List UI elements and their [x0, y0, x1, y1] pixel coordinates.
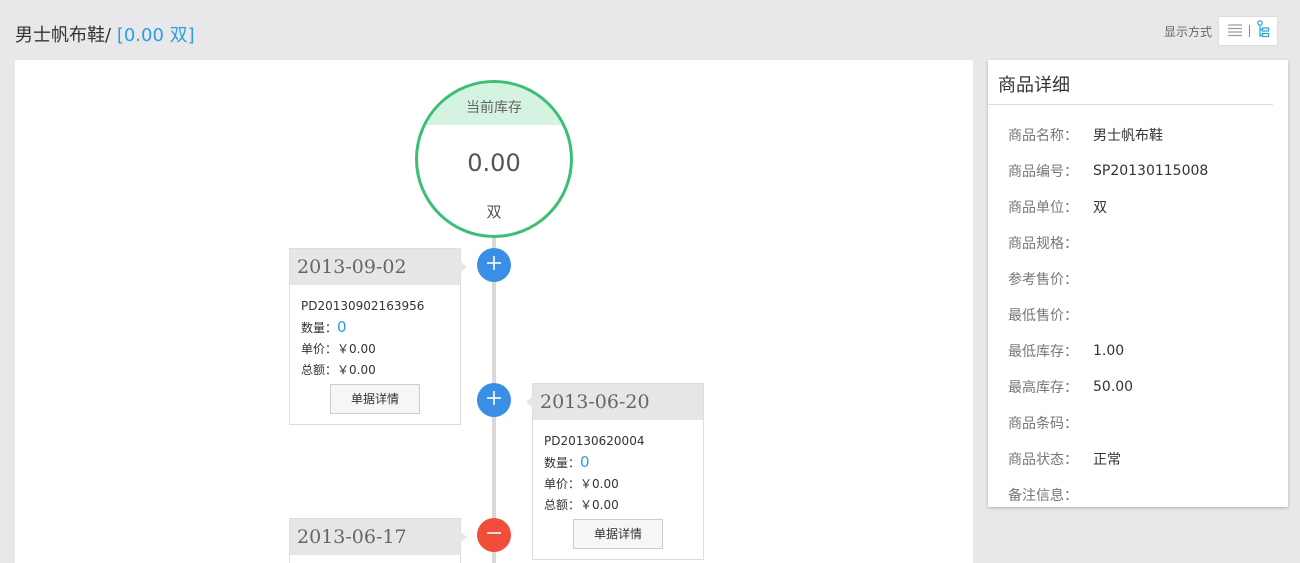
detail-label: 商品条码：	[1008, 416, 1078, 432]
detail-label: 最低售价：	[1008, 308, 1078, 324]
total-label: 总额：	[301, 363, 338, 377]
detail-value: 双	[1093, 200, 1107, 216]
entry-date: 2013-06-20	[533, 384, 703, 420]
detail-label: 商品规格：	[1008, 236, 1078, 252]
view-mode-label: 显示方式	[1163, 24, 1212, 39]
view-mode-toggle[interactable]	[1218, 16, 1278, 46]
detail-label: 商品状态：	[1008, 452, 1078, 468]
detail-row-spec: 商品规格：	[988, 225, 1288, 261]
detail-label: 备注信息：	[1008, 488, 1078, 504]
entry-details: PD20130620004 数量：0 单价：￥0.00 总额：￥0.00 单据详…	[533, 420, 703, 559]
detail-row-remarks: 备注信息：	[988, 477, 1288, 513]
product-detail-list: 商品名称： 男士帆布鞋 商品编号： SP20130115008 商品单位： 双 商品规…	[988, 105, 1288, 513]
entry-details: PD20130902163956 数量：0 单价：￥0.00 总额：￥0.00 …	[290, 285, 460, 424]
detail-label: 最高库存：	[1008, 380, 1078, 396]
plus-icon	[486, 390, 502, 410]
entry-price-row: 单价：￥0.00	[544, 474, 692, 495]
entry-price-row: 单价：￥0.00	[301, 339, 449, 360]
detail-value: SP20130115008	[1093, 163, 1209, 179]
price-value: ￥0.00	[580, 477, 619, 491]
detail-row-code: 商品编号： SP20130115008	[988, 153, 1288, 189]
plus-icon	[486, 255, 502, 275]
detail-row-ref-price: 参考售价：	[988, 261, 1288, 297]
detail-row-barcode: 商品条码：	[988, 405, 1288, 441]
stock-out-node[interactable]	[477, 518, 511, 552]
entry-quantity-row: 数量：0	[544, 452, 692, 474]
stock-in-node[interactable]	[477, 383, 511, 417]
entry-total-row: 总额：￥0.00	[544, 495, 692, 516]
total-value: ￥0.00	[337, 363, 376, 377]
detail-label: 最低库存：	[1008, 344, 1078, 360]
entry-date: 2013-06-17	[290, 519, 460, 555]
detail-row-min-price: 最低售价：	[988, 297, 1288, 333]
product-detail-panel: 商品详细 商品名称： 男士帆布鞋 商品编号： SP20130115008 商品单位：…	[988, 60, 1288, 507]
timeline-entry-card: 2013-09-02 PD20130902163956 数量：0 单价：￥0.0…	[289, 248, 467, 425]
timeline-entry-card: 2013-06-20 PD20130620004 数量：0 单价：￥0.00 总…	[526, 383, 704, 560]
total-value: ￥0.00	[580, 498, 619, 512]
minus-icon	[486, 525, 502, 545]
quantity-label: 数量：	[544, 456, 581, 470]
detail-row-status: 商品状态： 正常	[988, 441, 1288, 477]
detail-label: 商品编号：	[1008, 164, 1078, 180]
detail-value: 50.00	[1093, 379, 1134, 395]
card-pointer	[526, 396, 533, 408]
current-stock-value: 0.00	[467, 149, 521, 177]
timeline-view-icon[interactable]	[1256, 20, 1270, 42]
page-title: 男士帆布鞋/ [0.00 双]	[15, 21, 195, 47]
detail-row-min-stock: 最低库存： 1.00	[988, 333, 1288, 369]
price-label: 单价：	[544, 477, 581, 491]
card-pointer	[460, 531, 467, 543]
product-name: 男士帆布鞋/	[15, 25, 112, 46]
current-stock-circle: 当前库存 0.00 双	[415, 80, 573, 238]
quantity-value: 0	[337, 318, 347, 336]
timeline-entry-card: 2013-06-17	[289, 518, 467, 563]
entry-doc-number: PD20130902163956	[301, 299, 425, 313]
detail-value: 正常	[1093, 452, 1121, 468]
entry-date: 2013-09-02	[290, 249, 460, 285]
current-stock-label: 当前库存	[418, 83, 570, 125]
product-detail-title: 商品详细	[988, 60, 1273, 105]
list-view-icon[interactable]	[1227, 22, 1243, 41]
entry-quantity-row: 数量：0	[301, 317, 449, 339]
price-label: 单价：	[301, 342, 338, 356]
quantity-label: 数量：	[301, 321, 338, 335]
inventory-timeline-panel: 当前库存 0.00 双 2013-09-02 PD20130902163956 …	[15, 60, 973, 563]
current-stock-unit: 双	[486, 203, 502, 221]
card-pointer	[460, 261, 467, 273]
detail-label: 参考售价：	[1008, 272, 1078, 288]
stock-quantity-summary: [0.00 双]	[116, 25, 195, 46]
document-details-button[interactable]: 单据详情	[330, 384, 420, 414]
detail-label: 商品名称：	[1008, 128, 1078, 144]
detail-label: 商品单位：	[1008, 200, 1078, 216]
detail-value: 男士帆布鞋	[1093, 128, 1163, 144]
price-value: ￥0.00	[337, 342, 376, 356]
detail-value: 1.00	[1093, 343, 1125, 359]
total-label: 总额：	[544, 498, 581, 512]
entry-total-row: 总额：￥0.00	[301, 360, 449, 381]
quantity-value: 0	[580, 453, 590, 471]
detail-row-name: 商品名称： 男士帆布鞋	[988, 117, 1288, 153]
detail-row-max-stock: 最高库存： 50.00	[988, 369, 1288, 405]
detail-row-unit: 商品单位： 双	[988, 189, 1288, 225]
stock-in-node[interactable]	[477, 248, 511, 282]
entry-doc-number: PD20130620004	[544, 434, 645, 448]
document-details-button[interactable]: 单据详情	[573, 519, 663, 549]
view-mode-divider	[1248, 25, 1250, 37]
view-mode-switcher: 显示方式	[1164, 16, 1278, 46]
